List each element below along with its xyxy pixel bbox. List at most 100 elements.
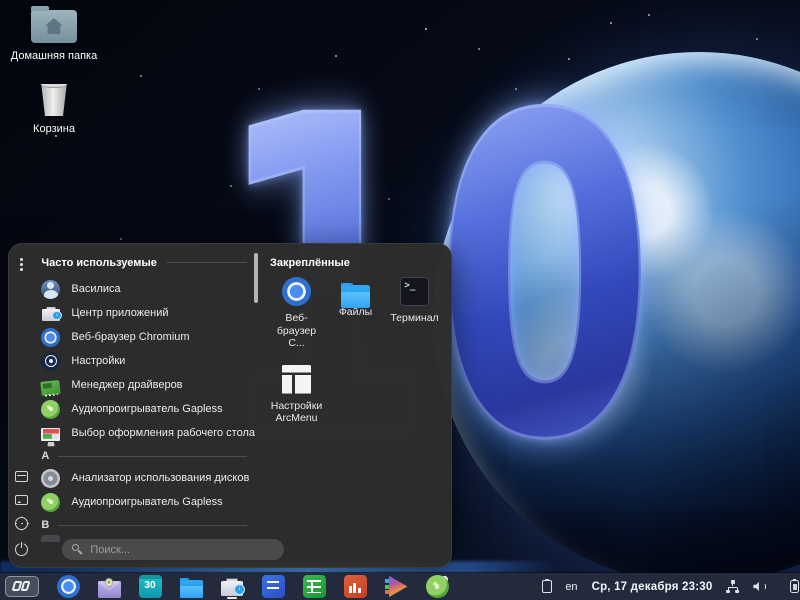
desktop-icon-home[interactable]: Домашняя папка (11, 10, 97, 62)
keyboard-layout-indicator[interactable]: en (565, 581, 577, 593)
kebab-menu-icon[interactable] (20, 258, 23, 261)
display-icon (15, 495, 28, 505)
section-header: А (41, 447, 247, 465)
gear-icon (15, 517, 28, 530)
files-icon (341, 285, 370, 308)
frequent-header-label: Часто используемые (41, 257, 157, 269)
disk-analyzer-icon (41, 469, 60, 488)
user-avatar-icon (41, 280, 60, 299)
clipboard-icon[interactable] (542, 580, 552, 593)
slides-icon (344, 575, 367, 598)
desktop-icon-trash[interactable]: Корзина (33, 82, 75, 135)
desktop-icon-label: Корзина (33, 123, 75, 135)
menu-item-label: Василиса (71, 283, 120, 295)
pinned-item-label: Терминал (390, 312, 438, 325)
dock-calendar[interactable]: 30 (138, 574, 162, 599)
mail-icon (98, 581, 121, 598)
gapless-icon (426, 575, 449, 598)
menu-item-label: Настройки (71, 355, 125, 367)
menu-item-label: Выбор оформления рабочего стола (71, 427, 255, 439)
search-input[interactable]: Поиск... (62, 539, 284, 560)
sidebar-display-button[interactable] (15, 494, 28, 504)
system-tray: en Ср, 17 декабря 23:30 (541, 580, 800, 593)
divider (58, 456, 247, 457)
menu-item[interactable]: Центр приложений (39, 301, 255, 325)
dock-media-player[interactable] (384, 574, 408, 599)
menu-item[interactable]: Аудиопроигрыватель Gapless (39, 490, 255, 514)
archive-box-icon (15, 471, 28, 482)
dock-chromium[interactable] (56, 574, 80, 599)
power-icon (15, 543, 28, 556)
docs-icon (262, 575, 285, 598)
settings-icon (41, 352, 60, 371)
gapless-icon (41, 400, 60, 419)
desktop-icon-label: Домашняя папка (11, 50, 97, 62)
network-icon[interactable] (726, 580, 739, 593)
sidebar-gear-button[interactable] (15, 517, 28, 530)
search-placeholder: Поиск... (90, 544, 130, 556)
pinned-header: Закреплённые (270, 255, 435, 270)
menu-item-label: Центр приложений (71, 307, 168, 319)
menu-item-label: Аудиопроигрыватель Gapless (71, 403, 222, 415)
chromium-icon (41, 328, 60, 347)
dock-sheets[interactable] (302, 574, 326, 599)
menu-item[interactable]: Анализатор использования дисков (39, 466, 255, 490)
menu-item[interactable]: Веб-браузер Chromium (39, 325, 255, 349)
app-center-icon (221, 575, 244, 598)
files-icon (180, 580, 203, 598)
chromium-icon (57, 575, 80, 598)
pinned-item[interactable]: Веб-браузер C... (268, 277, 325, 350)
menu-item-label: Анализатор использования дисков (71, 472, 249, 484)
volume-icon[interactable] (753, 580, 766, 593)
pinned-item-label: Веб-браузер C... (268, 312, 325, 350)
calendar-icon: 30 (139, 575, 162, 598)
menu-item[interactable]: Настройки (39, 349, 255, 373)
scrollbar[interactable] (254, 253, 258, 303)
pinned-header-label: Закреплённые (270, 257, 350, 269)
appearance-icon (41, 428, 60, 441)
divider (166, 262, 247, 263)
chromium-icon (282, 277, 311, 306)
media-player-icon (385, 575, 408, 598)
section-letter: В (41, 519, 49, 531)
battery-icon[interactable] (790, 580, 799, 593)
dock-arcmenu-button[interactable] (5, 576, 39, 597)
dock-slides[interactable] (343, 574, 367, 599)
dock-docs[interactable] (261, 574, 285, 599)
terminal-icon (400, 277, 429, 306)
home-folder-icon (31, 10, 77, 43)
search-icon (72, 544, 83, 555)
menu-item-label: Аудиопроигрыватель Gapless (71, 496, 222, 508)
trash-icon (40, 82, 69, 116)
menu-item-label: Веб-браузер Chromium (71, 331, 189, 343)
taskbar: 30 en Ср, 17 декабря 23:30 (0, 573, 800, 600)
menu-item-label: Менеджер драйверов (71, 379, 182, 391)
stars-background (0, 0, 2, 2)
desktop: 10 Домашняя папка Корзина Часто использу… (0, 0, 800, 600)
gapless-icon (41, 493, 60, 512)
sheets-icon (303, 575, 326, 598)
dock-files[interactable] (179, 574, 203, 599)
sidebar-archive-box-button[interactable] (15, 470, 28, 481)
menu-item[interactable]: Василиса (39, 277, 255, 301)
section-header: В (41, 516, 247, 534)
arcmenu-settings-icon (282, 365, 311, 394)
section-letter: А (41, 450, 49, 462)
dock-app-center[interactable] (220, 574, 244, 599)
menu-item[interactable]: Менеджер драйверов (39, 373, 255, 397)
dock-mail[interactable] (97, 574, 121, 599)
menu-item[interactable]: Выбор оформления рабочего стола (39, 421, 255, 445)
pinned-item[interactable]: Файлы (327, 277, 384, 350)
divider (58, 525, 247, 526)
pinned-item-label: Настройки ArcMenu (268, 400, 325, 425)
pinned-item[interactable]: Терминал (386, 277, 443, 350)
menu-app-list: Часто используемые Василиса Центр приложе… (34, 244, 255, 567)
dock-gapless[interactable] (425, 574, 449, 599)
pinned-item[interactable]: Настройки ArcMenu (268, 365, 325, 425)
menu-item[interactable]: Аудиопроигрыватель Gapless (39, 397, 255, 421)
arcmenu-panel: Часто используемые Василиса Центр приложе… (8, 243, 452, 568)
clock[interactable]: Ср, 17 декабря 23:30 (592, 581, 713, 593)
menu-pinned-panel: Закреплённые Веб-браузер C...Файлы Термин… (255, 244, 451, 567)
sidebar-power-button[interactable] (15, 543, 28, 556)
drivers-icon (41, 380, 61, 396)
